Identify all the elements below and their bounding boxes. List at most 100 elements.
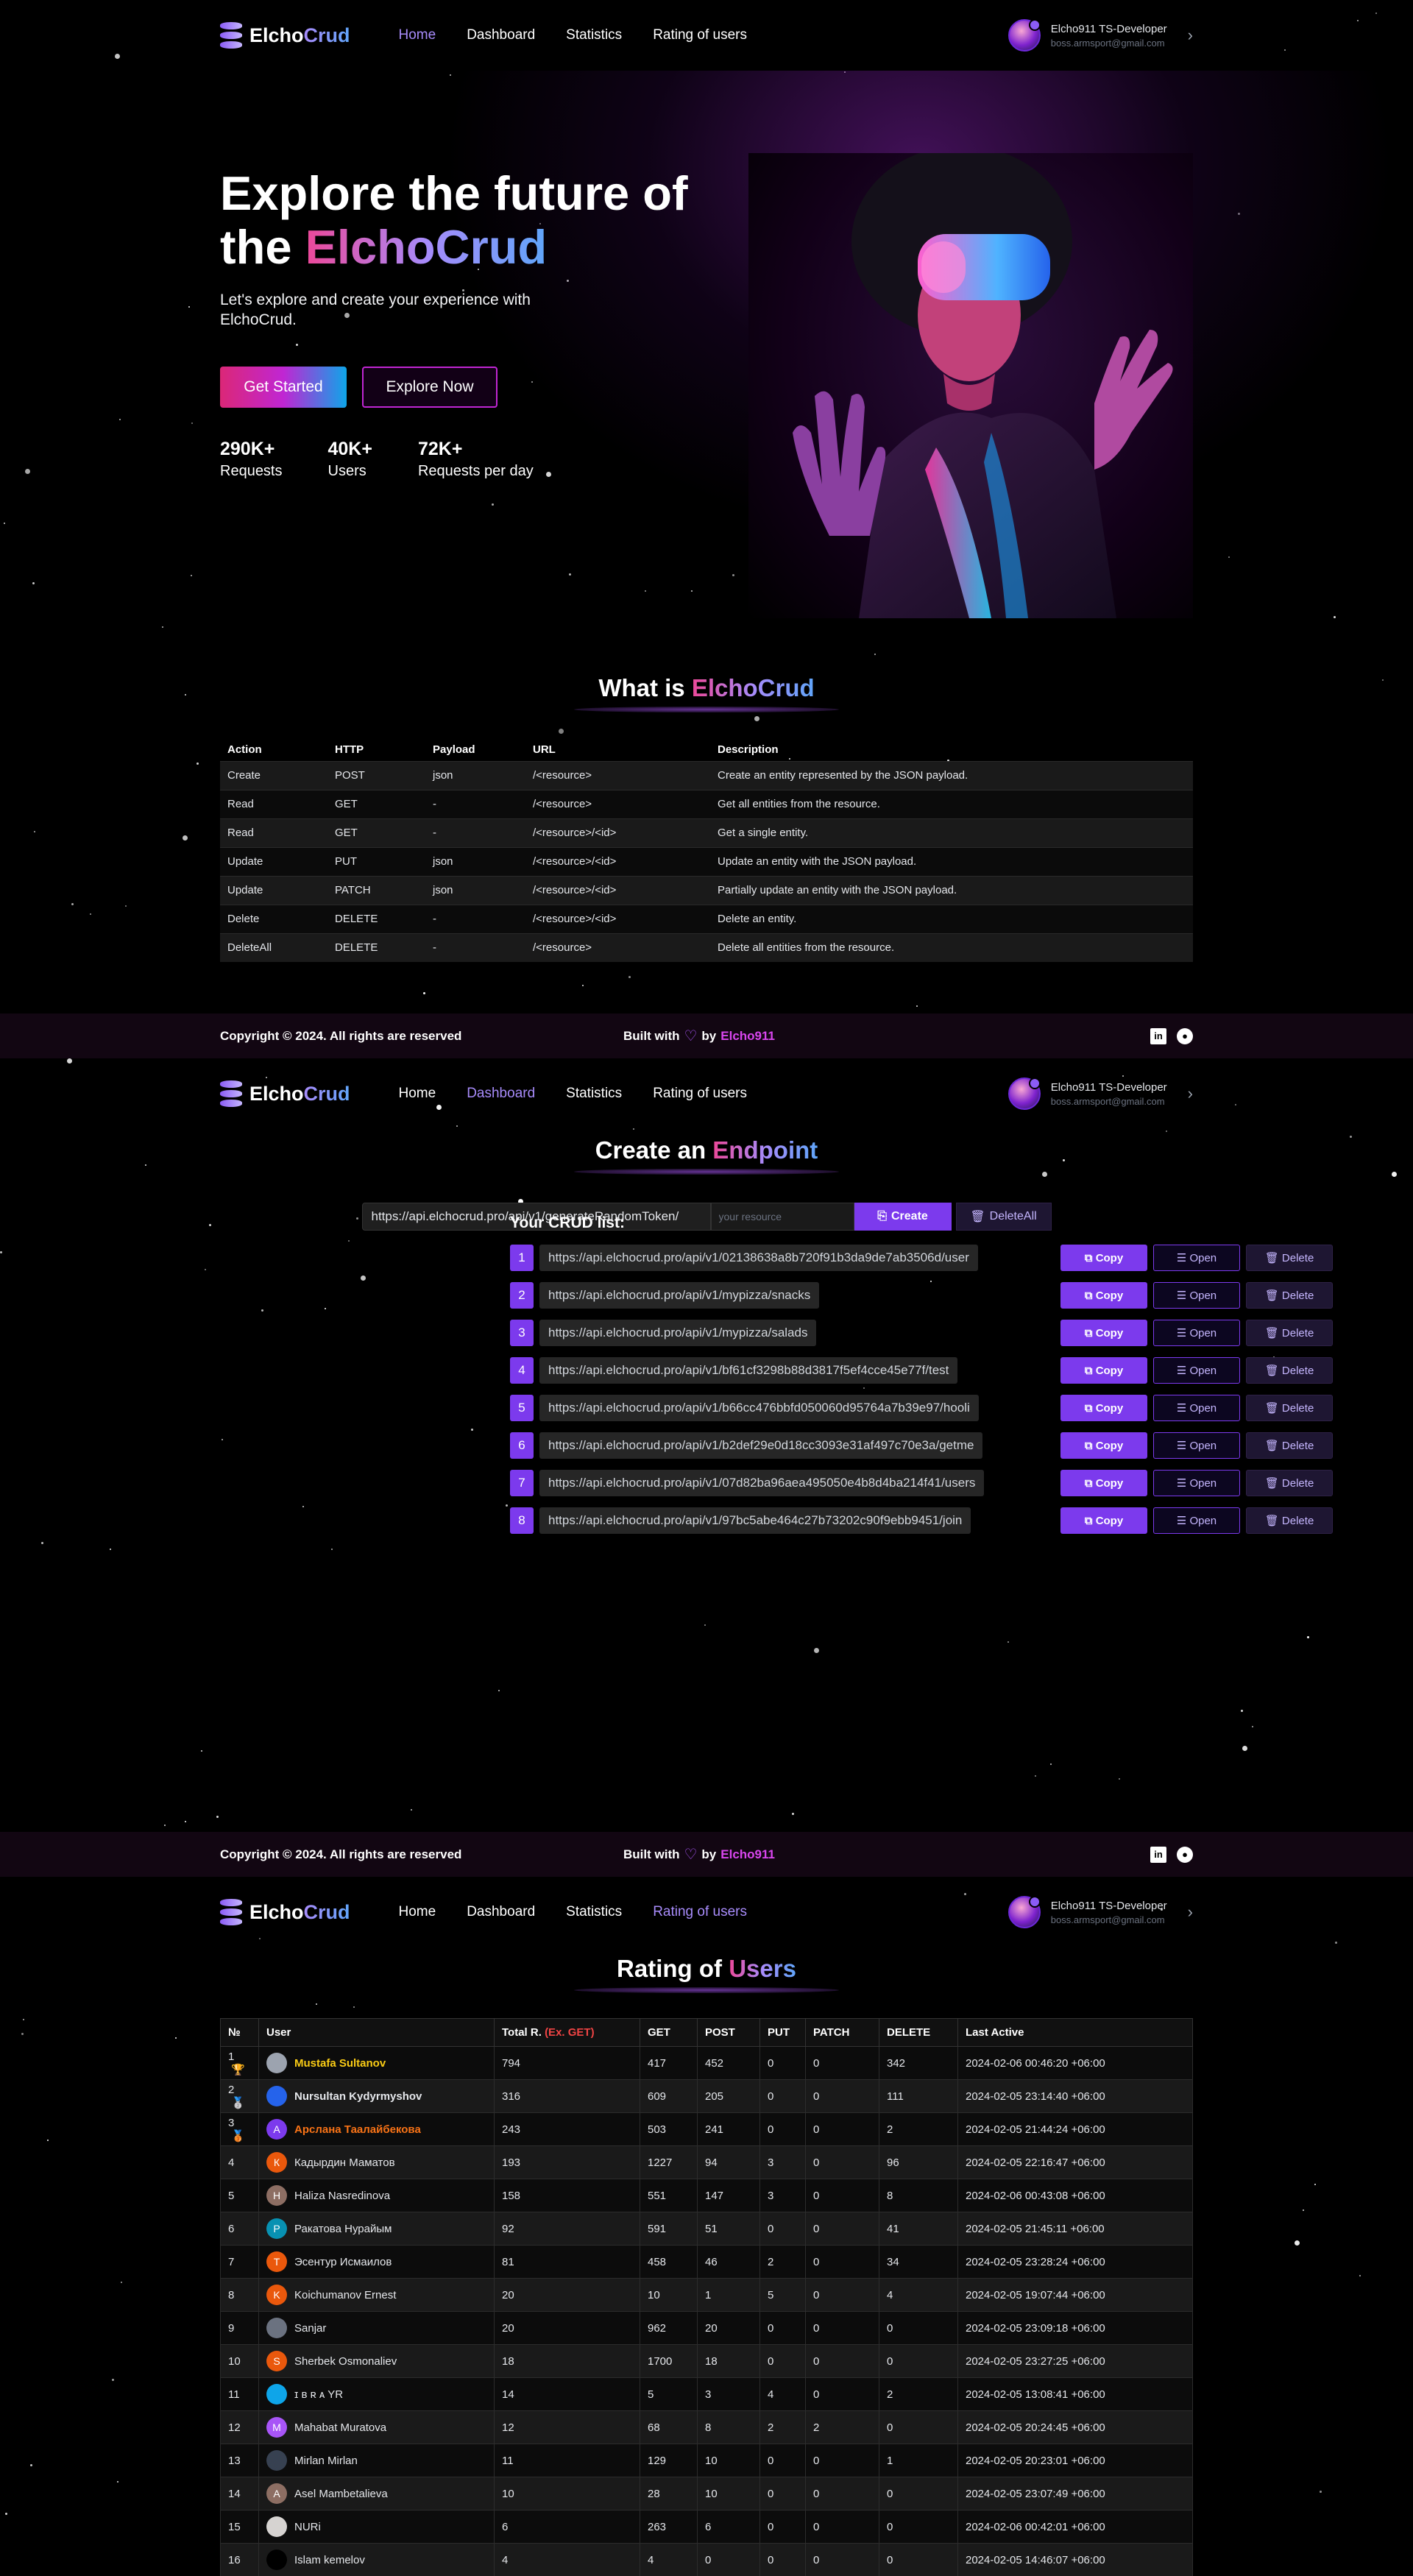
- trash-icon: 🗑: [1264, 1289, 1282, 1302]
- table-row: 10 S Sherbek Osmonaliev 18 1700 18 0 0 0 2024-02-…: [220, 2344, 1193, 2378]
- open-button[interactable]: ☰ Open: [1153, 1470, 1240, 1496]
- nav-statistics[interactable]: Statistics: [566, 1086, 622, 1102]
- logo[interactable]: ElchoCrud: [220, 21, 350, 50]
- logo[interactable]: ElchoCrud: [220, 1897, 350, 1927]
- nav-home[interactable]: Home: [399, 1904, 436, 1920]
- user-name[interactable]: Ракатова Нурайым: [294, 2223, 392, 2235]
- crud-item-url: https://api.elchocrud.pro/api/v1/mypizza…: [539, 1282, 820, 1309]
- github-icon[interactable]: ●: [1177, 1846, 1193, 1863]
- nav-statistics[interactable]: Statistics: [566, 1904, 622, 1920]
- hero-title: Explore the future of the ElchoCrud: [220, 166, 688, 274]
- table-cell: /<resource>: [525, 760, 710, 790]
- delete-button[interactable]: 🗑 Delete: [1246, 1470, 1333, 1496]
- table-cell: Get a single entity.: [710, 818, 1193, 847]
- table-row: Create POST json/<resource> Create an entit…: [220, 760, 1193, 790]
- table-cell: Get all entities from the resource.: [710, 789, 1193, 818]
- get-started-button[interactable]: Get Started: [220, 367, 347, 408]
- user-name[interactable]: ɪ ʙ ʀ ᴀ YR: [294, 2388, 343, 2401]
- user-name[interactable]: Эсентур Исмаилов: [294, 2256, 392, 2268]
- delete-button[interactable]: 🗑 Delete: [1246, 1320, 1333, 1346]
- open-button[interactable]: ☰ Open: [1153, 1320, 1240, 1346]
- user-email: boss.armsport@gmail.com: [1050, 37, 1165, 49]
- user-name[interactable]: Koichumanov Ernest: [294, 2289, 396, 2301]
- table-cell: /<resource>/<id>: [525, 846, 710, 876]
- table-cell: Delete: [220, 904, 327, 933]
- nav-statistics[interactable]: Statistics: [566, 27, 622, 43]
- table-row: DeleteAll DELETE -/<resource> Delete all en…: [220, 933, 1193, 962]
- table-row: Update PATCH json/<resource>/<id> Partially…: [220, 875, 1193, 905]
- user-name[interactable]: Кадырдин Маматов: [294, 2156, 395, 2169]
- chevron-right-icon[interactable]: ›: [1188, 26, 1193, 45]
- open-button[interactable]: ☰ Open: [1153, 1245, 1240, 1271]
- copy-button[interactable]: ⧉ Copy: [1060, 1357, 1147, 1384]
- chevron-right-icon[interactable]: ›: [1188, 1903, 1193, 1922]
- table-row: 2🥈 Nursultan Kydyrmyshov 316 609 205 0 0 111 202…: [220, 2079, 1193, 2113]
- user-name[interactable]: Mirlan Mirlan: [294, 2455, 358, 2467]
- logo[interactable]: ElchoCrud: [220, 1079, 350, 1108]
- user-name[interactable]: NURi: [294, 2521, 321, 2533]
- nav-rating[interactable]: Rating of users: [653, 27, 747, 43]
- nav-rating[interactable]: Rating of users: [653, 1086, 747, 1102]
- user-profile[interactable]: Elcho911 TS-Developer boss.armsport@gmai…: [1007, 19, 1193, 52]
- copy-button[interactable]: ⧉ Copy: [1060, 1507, 1147, 1534]
- copy-button[interactable]: ⧉ Copy: [1060, 1320, 1147, 1346]
- open-button[interactable]: ☰ Open: [1153, 1357, 1240, 1384]
- user-name: Elcho911 TS-Developer: [1050, 22, 1167, 35]
- crud-item-number: 5: [510, 1395, 534, 1421]
- copy-button[interactable]: ⧉ Copy: [1060, 1395, 1147, 1421]
- nav-home[interactable]: Home: [399, 1086, 436, 1102]
- delete-button[interactable]: 🗑 Delete: [1246, 1245, 1333, 1271]
- delete-button[interactable]: 🗑 Delete: [1246, 1507, 1333, 1534]
- copy-button[interactable]: ⧉ Copy: [1060, 1470, 1147, 1496]
- crud-item-url: https://api.elchocrud.pro/api/v1/bf61cf3…: [539, 1357, 958, 1384]
- open-button[interactable]: ☰ Open: [1153, 1507, 1240, 1534]
- copy-button[interactable]: ⧉ Copy: [1060, 1432, 1147, 1459]
- table-cell: GET: [327, 789, 425, 818]
- table-cell: Create an entity represented by the JSON…: [710, 760, 1193, 790]
- delete-button[interactable]: 🗑 Delete: [1246, 1357, 1333, 1384]
- copy-button[interactable]: ⧉ Copy: [1060, 1245, 1147, 1271]
- user-name[interactable]: Арслана Таалайбекова: [294, 2123, 421, 2136]
- user-name[interactable]: Islam kemelov: [294, 2554, 365, 2566]
- open-button[interactable]: ☰ Open: [1153, 1395, 1240, 1421]
- user-name[interactable]: Haliza Nasredinova: [294, 2190, 390, 2202]
- delete-button[interactable]: 🗑 Delete: [1246, 1395, 1333, 1421]
- copy-icon: ⧉: [1084, 1514, 1096, 1527]
- nav-rating[interactable]: Rating of users: [653, 1904, 747, 1920]
- delete-button[interactable]: 🗑 Delete: [1246, 1432, 1333, 1459]
- crud-item-number: 4: [510, 1357, 534, 1384]
- explore-now-button[interactable]: Explore Now: [362, 367, 497, 408]
- nav-dashboard[interactable]: Dashboard: [467, 1086, 535, 1102]
- chevron-right-icon[interactable]: ›: [1188, 1084, 1193, 1103]
- nav-home[interactable]: Home: [399, 27, 436, 43]
- avatar: A: [266, 2119, 287, 2140]
- linkedin-icon[interactable]: in: [1150, 1846, 1166, 1863]
- nav-dashboard[interactable]: Dashboard: [467, 1904, 535, 1920]
- table-row: 16 Islam kemelov 4 4 0 0 0 0 2024-02-05 14:46:07…: [220, 2543, 1193, 2576]
- copy-button[interactable]: ⧉ Copy: [1060, 1282, 1147, 1309]
- table-cell: POST: [327, 760, 425, 790]
- copy-icon: ⧉: [1084, 1476, 1096, 1490]
- user-name[interactable]: Sanjar: [294, 2322, 326, 2335]
- user-profile[interactable]: Elcho911 TS-Developer boss.armsport@gmai…: [1007, 1078, 1193, 1110]
- table-cell: json: [425, 846, 525, 876]
- user-profile[interactable]: Elcho911 TS-Developer boss.armsport@gmai…: [1007, 1896, 1193, 1928]
- user-name[interactable]: Mahabat Muratova: [294, 2421, 386, 2434]
- github-icon[interactable]: ●: [1177, 1027, 1193, 1044]
- open-icon: ☰: [1176, 1515, 1190, 1527]
- user-name[interactable]: Nursultan Kydyrmyshov: [294, 2090, 422, 2103]
- delete-button[interactable]: 🗑 Delete: [1246, 1282, 1333, 1309]
- stat-requests-per-day: 72K+ Requests per day: [417, 439, 534, 479]
- linkedin-icon[interactable]: in: [1150, 1027, 1166, 1044]
- table-row: 3🥉 A Арслана Таалайбекова 243 503 241 0 0 2 2024-…: [220, 2112, 1193, 2146]
- open-button[interactable]: ☰ Open: [1153, 1282, 1240, 1309]
- crud-actions-table: Action HTTP Payload URL Description Crea…: [220, 739, 1193, 962]
- open-button[interactable]: ☰ Open: [1153, 1432, 1240, 1459]
- open-icon: ☰: [1176, 1365, 1190, 1377]
- user-name[interactable]: Mustafa Sultanov: [294, 2057, 386, 2070]
- nav-dashboard[interactable]: Dashboard: [467, 27, 535, 43]
- table-row: 5 H Haliza Nasredinova 158 551 147 3 0 8 2024-02-…: [220, 2179, 1193, 2212]
- user-name[interactable]: Sherbek Osmonaliev: [294, 2355, 397, 2368]
- user-email: boss.armsport@gmail.com: [1050, 1095, 1165, 1107]
- user-name[interactable]: Asel Mambetalieva: [294, 2488, 388, 2500]
